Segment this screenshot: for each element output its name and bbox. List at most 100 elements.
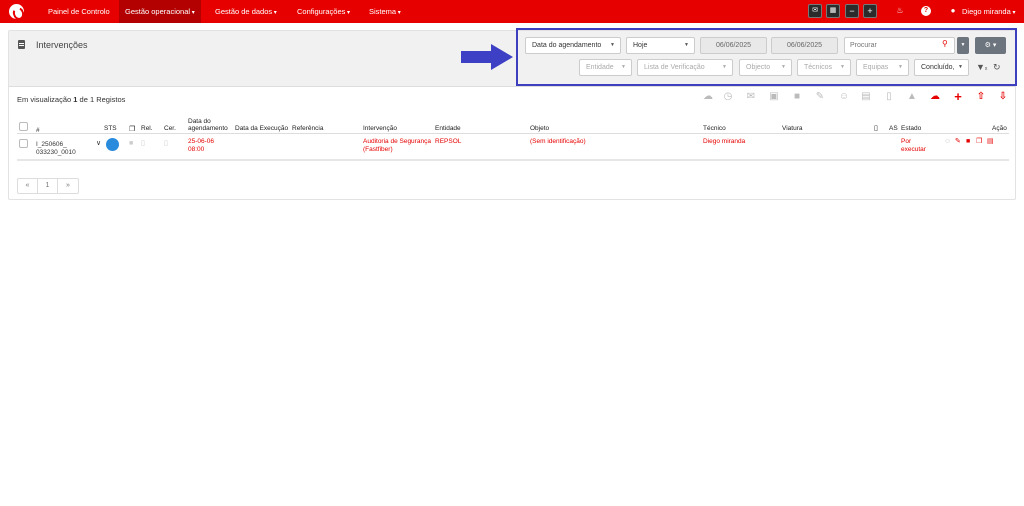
user-icon[interactable]: ● [948,6,958,16]
record-count: Em visualização 1 de 1 Registos [17,95,125,104]
col-rel: Rel. [141,125,153,132]
page-title: Intervenções [36,40,88,50]
id-card-icon[interactable]: ▦ [826,4,840,18]
report-icon[interactable]: ▯ [141,140,145,148]
tecnicos-select[interactable]: Técnicos ▼ [797,59,851,76]
clock-icon[interactable]: ◷ [722,91,734,103]
row-objeto[interactable]: (Sem identificação) [530,138,586,146]
cloud-download-icon[interactable]: ☁ [702,91,714,103]
chat-icon[interactable]: ✉ [808,4,822,18]
row-divider [17,159,1009,161]
add-icon[interactable]: + [952,90,964,103]
col-entidade: Entidade [435,125,461,132]
chevron-down-icon: ▼ [722,64,727,70]
nav-sistema-label: Sistema [369,7,397,16]
duplicate-icon[interactable]: ❐ [976,138,982,146]
certificate-icon[interactable]: ▯ [164,140,168,148]
delete-icon[interactable]: ■ [966,138,970,146]
chevron-down-icon: ▼ [781,64,786,70]
nav-painel-de-controlo[interactable]: Painel de Controlo [42,0,116,23]
edit-icon[interactable]: ✎ [955,138,961,146]
chevron-down-icon: ▼ [621,64,626,70]
mail-icon[interactable]: ✉ [745,91,757,103]
row-id-line1: I_250606_ [36,141,67,148]
smiley-icon[interactable]: ☺ [944,138,951,146]
objecto-select-label: Objecto [746,64,771,71]
date-to-input[interactable]: 06/06/2025 [771,37,838,54]
user-menu[interactable]: Diego miranda [962,0,1015,23]
clear-filter-icon[interactable]: ▼x [976,62,987,74]
search-input[interactable] [844,37,955,54]
search-options-button[interactable]: ▼ [957,37,969,54]
file-icon[interactable]: ▯ [883,91,895,103]
expand-chevron-icon[interactable]: ∨ [96,140,101,148]
settings-button[interactable]: ⚙ ▾ [975,37,1006,54]
period-select[interactable]: Hoje ▼ [626,37,695,54]
entidade-select[interactable]: Entidade ▼ [579,59,632,76]
row-tecnico[interactable]: Diego miranda [703,138,745,146]
col-as: AS [889,125,898,132]
estado-select[interactable]: Concluído, ▼ [914,59,969,76]
help-icon[interactable]: ? [921,6,931,16]
record-count-suffix: Registos [94,95,126,104]
pointer-arrow-icon [461,44,513,70]
car-icon[interactable]: ▤ [860,91,872,103]
download-icon[interactable]: ⇩ [997,91,1009,103]
lista-verificacao-select-label: Lista de Verificação [644,64,705,71]
zoom-in-icon[interactable]: + [863,4,877,18]
col-data-agendamento-line2: agendamento [188,125,228,132]
record-count-mid: de [77,95,90,104]
pager-page-1[interactable]: 1 [38,179,58,193]
nav-configuracoes[interactable]: Configurações [291,0,356,23]
nav-gestao-operacional-label: Gestão operacional [125,7,191,16]
row-checkbox[interactable] [19,139,28,148]
vodafone-logo-icon[interactable] [9,4,24,19]
bell-icon[interactable]: ♨ [895,6,905,16]
team-icon[interactable]: ☺ [838,91,850,103]
signature-icon[interactable]: ✎ [814,91,826,103]
select-all-checkbox[interactable] [19,122,28,131]
record-count-prefix: Em visualização [17,95,74,104]
row-estado-line1: Por [901,138,912,145]
equipas-select[interactable]: Equipas ▼ [856,59,909,76]
col-data-agendamento-line1: Data do [188,118,211,125]
copy-icon: ❐ [129,126,136,133]
status-dot [106,138,119,151]
copy-row-icon[interactable]: ■ [129,140,133,148]
zoom-out-icon[interactable]: − [845,4,859,18]
nav-configuracoes-label: Configurações [297,7,346,16]
col-objeto: Objeto [530,125,550,132]
col-referencia: Referência [292,125,324,132]
refresh-icon[interactable]: ↻ [993,62,1001,72]
nav-gestao-operacional[interactable]: Gestão operacional [119,0,201,23]
mobile-icon: ▯ [874,125,878,132]
row-id-line2: 033230_0010 [36,149,76,156]
cloud-upload-icon[interactable]: ☁ [929,91,941,103]
lista-verificacao-select[interactable]: Lista de Verificação ▼ [637,59,733,76]
row-intervencao-line2[interactable]: (Fastfiber) [363,146,393,154]
col-estado: Estado [901,125,922,132]
map-icon[interactable]: ▣ [768,91,780,103]
nav-gestao-de-dados-label: Gestão de dados [215,7,273,16]
col-sts: STS [104,125,117,132]
gear-icon: ⚙ ▾ [984,42,997,49]
objecto-select[interactable]: Objecto ▼ [739,59,792,76]
col-data-execucao: Data da Execução [235,125,289,132]
date-field-select[interactable]: Data do agendamento ▼ [525,37,621,54]
date-from-input[interactable]: 06/06/2025 [700,37,767,54]
date-field-select-label: Data do agendamento [532,42,602,49]
pager-next-button[interactable]: » [58,179,78,193]
row-entidade[interactable]: REPSOL [435,138,461,146]
document-icon [18,40,25,49]
col-acao: Ação [992,125,1007,132]
print-icon[interactable]: ▤ [987,138,994,146]
pager-first-button[interactable]: « [18,179,38,193]
upload-icon[interactable]: ⇧ [975,91,987,103]
nav-gestao-de-dados[interactable]: Gestão de dados [209,0,283,23]
nav-sistema[interactable]: Sistema [363,0,407,23]
row-intervencao-line1[interactable]: Auditoria de Segurança [363,138,431,146]
chevron-down-icon: ▼ [610,42,615,48]
stamp-icon[interactable]: ■ [791,91,803,103]
trash-icon[interactable]: ▲ [906,91,918,103]
search-icon[interactable]: ⚲ [942,40,950,48]
